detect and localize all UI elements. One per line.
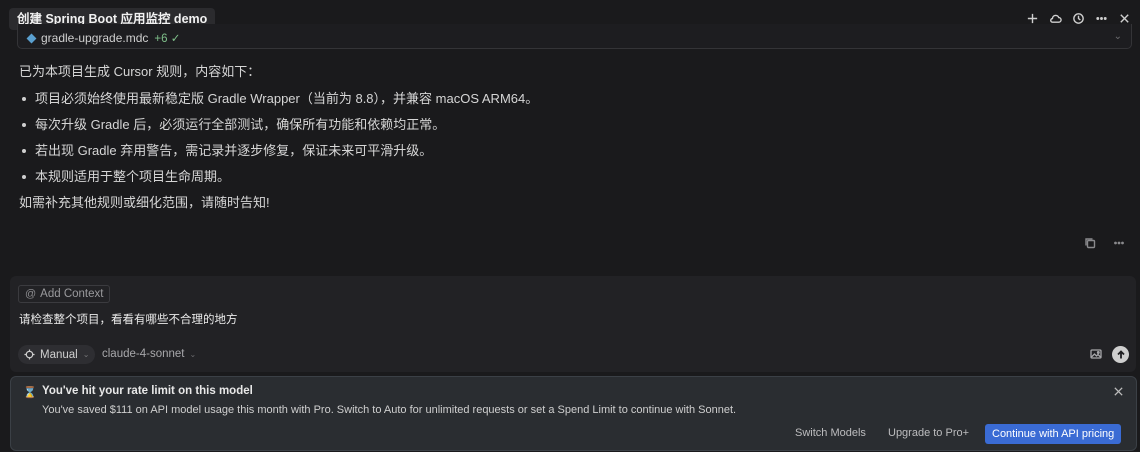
message-actions [1084,237,1126,250]
list-item: 每次升级 Gradle 后，必须运行全部测试，确保所有功能和依赖均正常。 [19,117,1119,133]
message-intro: 已为本项目生成 Cursor 规则，内容如下： [19,64,261,79]
chevron-down-icon: ⌄ [82,350,90,359]
copy-icon[interactable] [1084,237,1097,250]
mode-selector[interactable]: Manual ⌄ [18,345,96,364]
image-icon[interactable] [1090,348,1102,360]
prompt-input[interactable]: 请检查整个项目，看看有哪些不合理的地方 [19,311,238,327]
continue-api-pricing-button[interactable]: Continue with API pricing [985,424,1122,444]
message-bullets: 项目必须始终使用最新稳定版 Gradle Wrapper（当前为 8.8），并兼… [19,91,1119,185]
file-name: gradle-upgrade.mdc [41,31,149,45]
banner-title: You've hit your rate limit on this model [42,385,253,397]
hourglass-icon: ⌛ [23,387,37,399]
model-label: claude-4-sonnet [102,348,185,360]
close-icon[interactable] [1113,385,1125,397]
add-context-button[interactable]: @ Add Context [18,285,111,303]
upgrade-button[interactable]: Upgrade to Pro+ [888,427,969,439]
mode-label: Manual [40,348,78,361]
crosshair-icon [24,349,35,360]
file-changes-card[interactable] [17,24,1132,49]
banner-message: You've saved $111 on API model usage thi… [42,404,737,416]
message-outro: 如需补充其他规则或细化范围，请随时告知! [19,195,270,210]
model-selector[interactable]: claude-4-sonnet ⌄ [102,348,196,360]
at-icon: @ [25,288,37,300]
file-row[interactable]: gradle-upgrade.mdc +6 ✓ [26,31,181,45]
arrow-up-icon [1116,349,1125,358]
send-button[interactable] [1112,346,1129,363]
chevron-down-icon[interactable]: ⌄ [1114,31,1122,42]
chevron-down-icon: ⌄ [189,349,197,359]
list-item: 本规则适用于整个项目生命周期。 [19,169,1119,185]
add-context-label: Add Context [40,288,104,300]
file-icon [26,33,37,43]
list-item: 若出现 Gradle 弃用警告，需记录并逐步修复，保证未来可平滑升级。 [19,143,1119,159]
more-icon[interactable] [1113,237,1126,250]
assistant-message: 已为本项目生成 Cursor 规则，内容如下： 项目必须始终使用最新稳定版 Gr… [19,64,1119,211]
list-item: 项目必须始终使用最新稳定版 Gradle Wrapper（当前为 8.8），并兼… [19,91,1119,107]
switch-models-button[interactable]: Switch Models [795,427,866,439]
more-files-count: +6 ✓ [154,33,181,45]
